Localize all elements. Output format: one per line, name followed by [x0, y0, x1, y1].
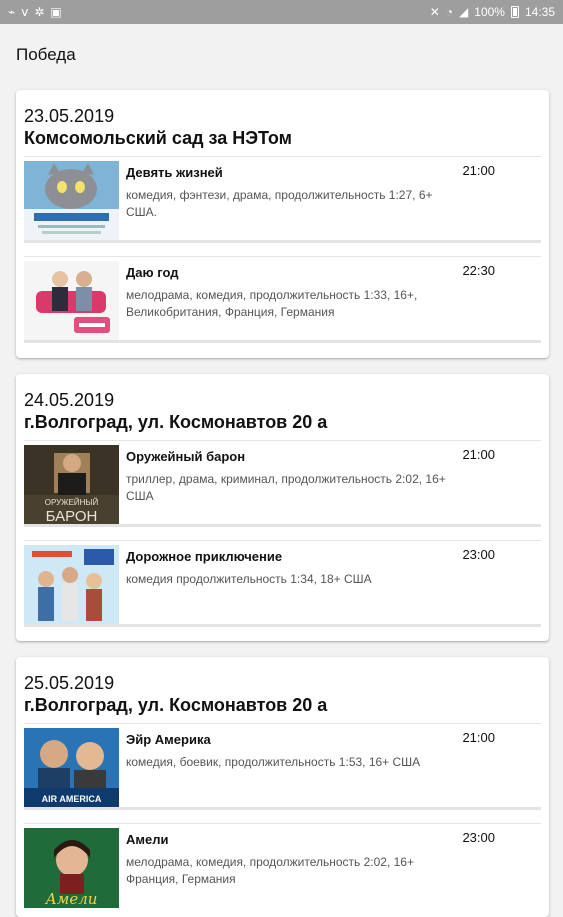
divider — [24, 807, 541, 810]
event-card: 25.05.2019 г.Волгоград, ул. Космонавтов … — [16, 657, 549, 917]
event-venue: г.Волгоград, ул. Космонавтов 20 а — [24, 695, 328, 715]
divider — [24, 624, 541, 627]
movie-title: Эйр Америка — [126, 732, 211, 747]
wifi-icon: ◔ — [445, 5, 454, 19]
usb-icon: ⌁ — [8, 5, 16, 19]
clock: 14:35 — [524, 5, 555, 19]
settings-icon: ✲ — [34, 5, 45, 19]
man-poster-image: ОРУЖЕЙНЫЙ БАРОН — [24, 445, 119, 525]
movie-time: 23:00 — [462, 830, 495, 845]
event-card: 23.05.2019 Комсомольский сад за НЭТом Де… — [16, 90, 549, 358]
movie-time: 21:00 — [462, 163, 495, 178]
page-title: Победа — [16, 45, 76, 64]
cat-poster-image — [24, 161, 119, 241]
divider — [24, 524, 541, 527]
cell-signal-icon: ◢ — [459, 5, 469, 19]
movie-time: 21:00 — [462, 447, 495, 462]
movie-title: Дорожное приключение — [126, 549, 283, 564]
battery-percent: 100% — [474, 5, 505, 19]
poster-caption: ОРУЖЕЙНЫЙ — [45, 498, 99, 507]
signal-icon: ⅴ — [21, 5, 29, 19]
movie-item[interactable]: Девять жизней 21:00 комедия, фэнтези, др… — [24, 156, 541, 243]
movie-description: триллер, драма, криминал, продолжительно… — [126, 472, 446, 503]
app-bar: Победа — [0, 24, 563, 86]
movie-time: 23:00 — [462, 547, 495, 562]
movie-title: Даю год — [126, 265, 179, 280]
movie-description: мелодрама, комедия, продолжительность 2:… — [126, 855, 414, 886]
group-poster-image — [24, 545, 119, 625]
event-date: 23.05.2019 — [24, 106, 115, 126]
event-card: 24.05.2019 г.Волгоград, ул. Космонавтов … — [16, 374, 549, 641]
poster-caption: AIR AMERICA — [42, 794, 102, 804]
two-men-poster-image: AIR AMERICA — [24, 728, 119, 808]
divider — [24, 340, 541, 343]
movie-item[interactable]: Даю год 22:30 мелодрама, комедия, продол… — [24, 256, 541, 343]
event-venue: Комсомольский сад за НЭТом — [24, 128, 292, 148]
movie-item[interactable]: Амели Амели 23:00 мелодрама, комедия, пр… — [24, 823, 541, 910]
divider — [24, 240, 541, 243]
mute-icon: ✕ — [429, 5, 440, 19]
movie-item[interactable]: Дорожное приключение 23:00 комедия продо… — [24, 540, 541, 627]
event-venue: г.Волгоград, ул. Космонавтов 20 а — [24, 412, 328, 432]
status-right: ✕ ◔ ◢ 100% 14:35 — [430, 5, 555, 19]
poster-caption: Амели — [45, 890, 98, 908]
movie-item[interactable]: ОРУЖЕЙНЫЙ БАРОН Оружейный барон 21:00 тр… — [24, 440, 541, 527]
couple-poster-image — [24, 261, 119, 341]
movie-time: 22:30 — [462, 263, 495, 278]
poster-caption: БАРОН — [46, 508, 98, 525]
image-icon: ▣ — [50, 5, 62, 19]
woman-poster-image: Амели — [24, 828, 119, 908]
movie-description: комедия, боевик, продолжительность 1:53,… — [126, 755, 421, 769]
movie-title: Амели — [126, 832, 169, 847]
event-date: 24.05.2019 — [24, 390, 115, 410]
movie-time: 21:00 — [462, 730, 495, 745]
battery-icon — [510, 6, 519, 18]
event-date: 25.05.2019 — [24, 673, 115, 693]
status-bar: ⌁ ⅴ ✲ ▣ ✕ ◔ ◢ 100% 14:35 — [0, 0, 563, 24]
movie-item[interactable]: AIR AMERICA Эйр Америка 21:00 комедия, б… — [24, 723, 541, 810]
movie-description: комедия, фэнтези, драма, продолжительнос… — [126, 188, 433, 219]
movie-description: мелодрама, комедия, продолжительность 1:… — [126, 288, 418, 319]
movie-title: Оружейный барон — [126, 449, 246, 464]
status-left-icons: ⌁ ⅴ ✲ ▣ — [8, 6, 62, 18]
movie-description: комедия продолжительность 1:34, 18+ США — [126, 572, 372, 586]
movie-title: Девять жизней — [126, 165, 223, 180]
